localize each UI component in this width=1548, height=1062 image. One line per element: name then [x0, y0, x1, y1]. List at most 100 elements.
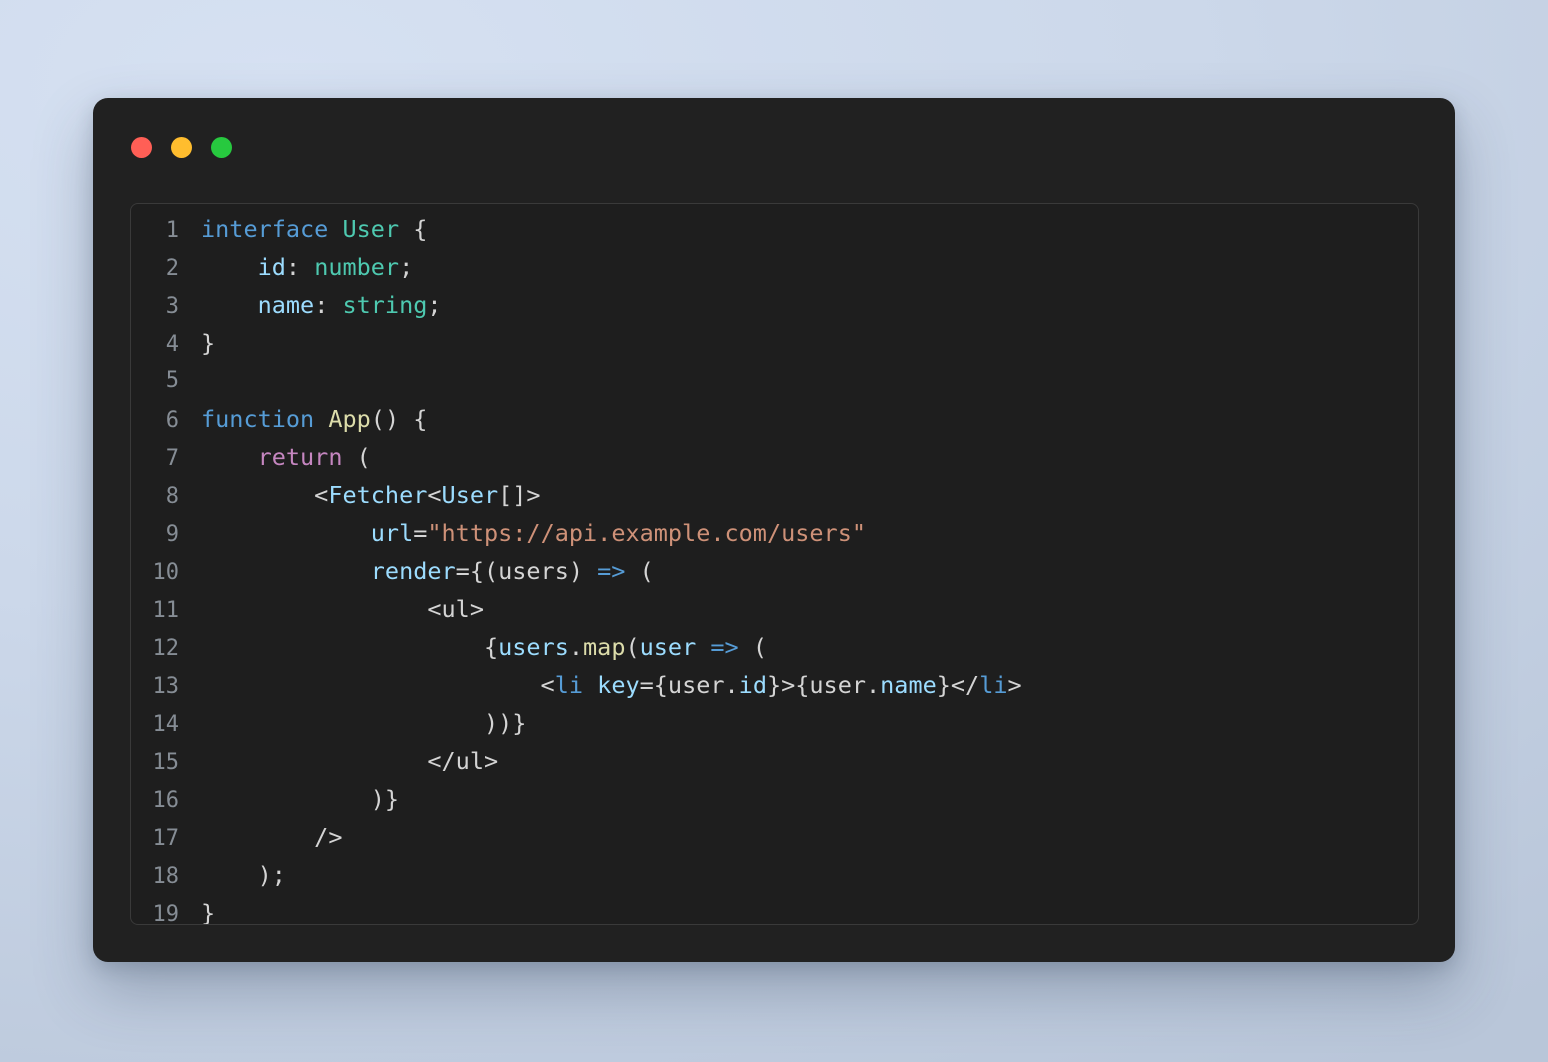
code-token: interface — [201, 215, 329, 243]
code-window: 1 interface User {2 id: number; 3 name: st… — [93, 98, 1455, 962]
code-token: { — [399, 215, 428, 243]
code-token: > — [1007, 671, 1022, 699]
line-number: 12 — [152, 636, 180, 661]
line-number: 5 — [165, 368, 179, 393]
code-line[interactable]: 19} — [131, 894, 1418, 925]
code-token: "https://api.example.com/users" — [427, 519, 866, 547]
code-line[interactable]: 12 {users.map(user => ( — [131, 628, 1418, 666]
code-token: id — [257, 253, 286, 281]
code-token: <ul> — [201, 595, 484, 623]
code-token: . — [568, 633, 584, 661]
code-line[interactable]: 8 <Fetcher<User[]> — [131, 476, 1418, 514]
maximize-window-icon[interactable] — [211, 137, 232, 158]
code-line[interactable]: 1 interface User { — [131, 210, 1418, 248]
code-token: </ul> — [201, 747, 499, 775]
code-token: { — [201, 633, 499, 661]
line-number: 19 — [152, 902, 180, 925]
code-line-content: /> — [179, 818, 1418, 856]
code-token: ( — [738, 633, 767, 661]
code-line-content: <ul> — [179, 590, 1418, 628]
code-token: user — [639, 633, 697, 661]
code-line-content: {users.map(user => ( — [179, 628, 1418, 666]
code-token: } — [201, 899, 216, 925]
line-number: 6 — [165, 408, 179, 433]
code-token: /> — [201, 823, 343, 851]
code-token: key — [597, 671, 640, 699]
code-line[interactable]: 4} — [131, 324, 1418, 362]
code-line-content: )} — [179, 780, 1418, 818]
code-token: : — [285, 253, 315, 281]
code-line[interactable]: 2 id: number; — [131, 248, 1418, 286]
line-number: 14 — [152, 712, 180, 737]
code-line-content: ); — [179, 856, 1418, 894]
code-line[interactable]: 6 function App() { — [131, 400, 1418, 438]
code-token: }</ — [936, 671, 980, 699]
minimize-window-icon[interactable] — [171, 137, 192, 158]
code-token: )} — [201, 785, 400, 813]
code-line-content: name: string; — [179, 286, 1418, 324]
line-number: 7 — [165, 446, 179, 471]
code-token: ={(users) — [455, 557, 598, 585]
code-line-list: 1 interface User {2 id: number; 3 name: st… — [131, 210, 1418, 925]
code-line[interactable]: 13 <li key={user.id}>{user.name}</li> — [131, 666, 1418, 704]
code-line-content: ))} — [179, 704, 1418, 742]
code-token: User — [342, 215, 400, 243]
line-number: 11 — [152, 598, 180, 623]
code-line[interactable]: 10 render={(users) => ( — [131, 552, 1418, 590]
close-window-icon[interactable] — [131, 137, 152, 158]
code-line[interactable]: 3 name: string; — [131, 286, 1418, 324]
line-number: 3 — [165, 294, 179, 319]
code-token: return — [257, 443, 343, 471]
code-line[interactable]: 7 return ( — [131, 438, 1418, 476]
code-line[interactable]: 14 ))} — [131, 704, 1418, 742]
code-line-content: return ( — [179, 438, 1418, 476]
code-line-content: } — [179, 894, 1418, 925]
window-titlebar[interactable] — [93, 98, 1455, 203]
code-line[interactable]: 16 )} — [131, 780, 1418, 818]
code-editor-panel[interactable]: 1 interface User {2 id: number; 3 name: st… — [130, 203, 1419, 925]
code-token: users — [498, 633, 569, 661]
code-token: : — [314, 291, 343, 319]
code-token: }>{user. — [766, 671, 881, 699]
code-token: ; — [427, 291, 442, 319]
code-line-content: } — [179, 324, 1418, 362]
code-line[interactable]: 9 url="https://api.example.com/users" — [131, 514, 1418, 552]
code-token: Fetcher — [328, 481, 428, 509]
code-line-content: </ul> — [179, 742, 1418, 780]
code-token: ( — [625, 633, 640, 661]
code-token: ); — [201, 861, 286, 889]
code-line-content: url="https://api.example.com/users" — [179, 514, 1418, 552]
code-token: li — [979, 671, 1008, 699]
code-line[interactable]: 11 <ul> — [131, 590, 1418, 628]
code-token: string — [342, 291, 428, 319]
code-token: () { — [370, 405, 428, 433]
code-token: < — [201, 671, 555, 699]
code-token: li — [554, 671, 584, 699]
code-token: number — [314, 253, 400, 281]
code-line[interactable]: 15 </ul> — [131, 742, 1418, 780]
code-token: id — [738, 671, 767, 699]
code-line-content: interface User { — [179, 210, 1418, 248]
line-number: 16 — [152, 788, 180, 813]
code-token: function — [201, 405, 315, 433]
traffic-light-buttons — [131, 137, 232, 158]
code-token: App — [328, 405, 371, 433]
code-token: => — [710, 633, 739, 661]
code-line[interactable]: 18 ); — [131, 856, 1418, 894]
code-line-content: <li key={user.id}>{user.name}</li> — [179, 666, 1418, 704]
code-token: ={user. — [639, 671, 739, 699]
code-line-content: <Fetcher<User[]> — [179, 476, 1418, 514]
code-token: map — [583, 633, 626, 661]
code-line[interactable]: 17 /> — [131, 818, 1418, 856]
code-token: ))} — [201, 709, 527, 737]
code-token: = — [413, 519, 428, 547]
code-token: []> — [498, 481, 541, 509]
code-line[interactable]: 5 — [131, 362, 1418, 400]
code-token: User — [441, 481, 499, 509]
